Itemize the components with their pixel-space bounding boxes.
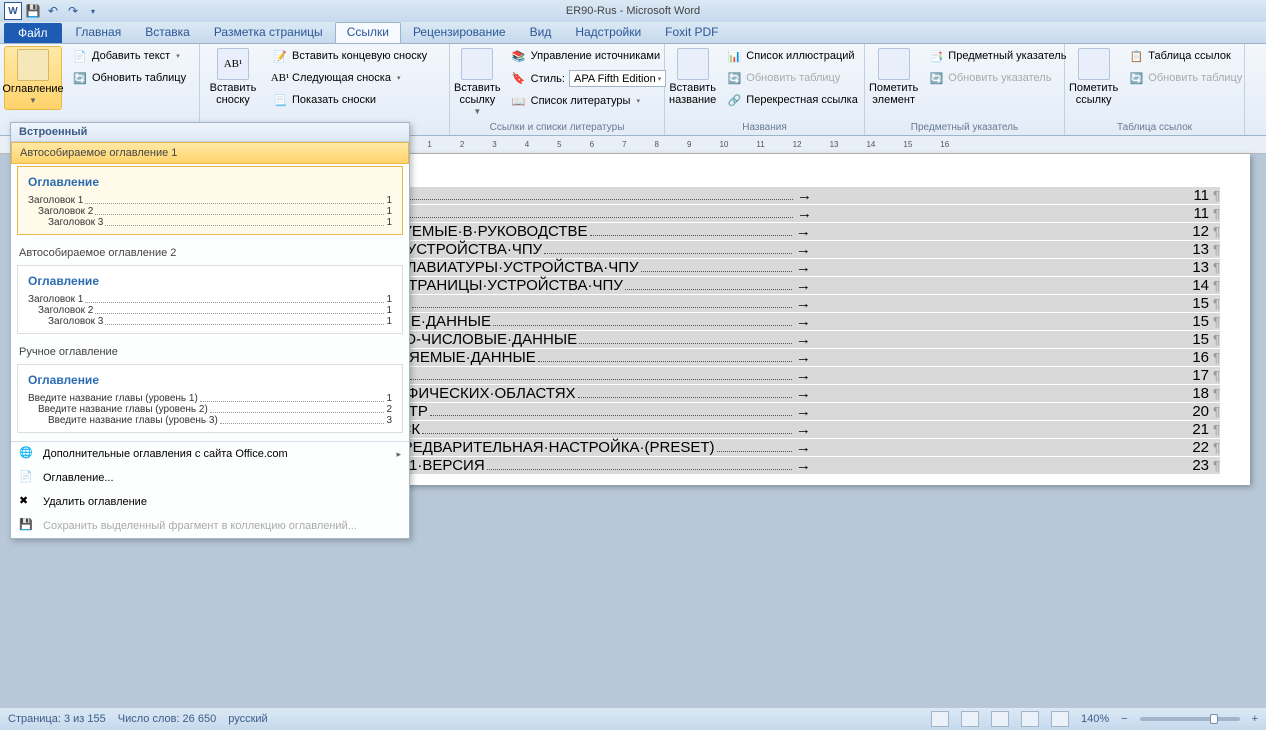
tab-file[interactable]: Файл — [4, 23, 62, 43]
insert-endnote-button[interactable]: 📝Вставить концевую сноску — [268, 46, 431, 66]
toc-entry[interactable]: ·ЧИСЛОВЫЕ·ДАННЫЕ→15¶ — [330, 313, 1220, 330]
toc-entry[interactable]: ИСАНИЕ·СТРАНИЦЫ·УСТРОЙСТВА·ЧПУ→14¶ — [330, 277, 1220, 294]
manage-sources-button[interactable]: 📚Управление источниками — [507, 46, 671, 66]
tab-foxit[interactable]: Foxit PDF — [653, 22, 730, 43]
redo-icon[interactable]: ↷ — [64, 2, 82, 20]
status-language[interactable]: русский — [228, 713, 267, 725]
word-icon: W — [4, 2, 22, 20]
update-figures-button[interactable]: 🔄Обновить таблицу — [722, 68, 862, 88]
insert-footnote-button[interactable]: AB¹Вставить сноску — [204, 46, 262, 108]
toc-gallery: Встроенный Автособираемое оглавление 1 О… — [10, 122, 410, 539]
view-print-layout-icon[interactable] — [931, 711, 949, 727]
toc-entry[interactable]: ФУНКЦИИ→11¶ — [330, 205, 1220, 222]
citation-style-select[interactable]: 🔖Стиль:APA Fifth Edition▾ — [507, 68, 671, 89]
office-icon: 🌐 — [19, 446, 35, 462]
toc-entry[interactable]: ОТА·В·ГРАФИЧЕСКИХ·ОБЛАСТЯХ→18¶ — [330, 385, 1220, 402]
view-full-screen-icon[interactable] — [961, 711, 979, 727]
zoom-out-icon[interactable]: − — [1121, 713, 1127, 725]
mark-entry-button[interactable]: Пометить элемент — [869, 46, 918, 108]
gallery-item-auto1[interactable]: Автособираемое оглавление 1 — [11, 142, 409, 164]
title-bar: W 💾 ↶ ↷ ▾ ER90-Rus - Microsoft Word — [0, 0, 1266, 22]
update-index-button[interactable]: 🔄Обновить указатель — [924, 68, 1070, 88]
status-words[interactable]: Число слов: 26 650 — [118, 713, 216, 725]
toc-entry[interactable]: 2.1·ПРЕДВАРИТЕЛЬНАЯ·НАСТРОЙКА·(PRESET)→2… — [366, 439, 1220, 456]
mark-citation-button[interactable]: Пометить ссылку — [1069, 46, 1118, 108]
save-icon[interactable]: 💾 — [24, 2, 42, 20]
view-outline-icon[interactable] — [1021, 711, 1039, 727]
insert-citation-button[interactable]: Вставить ссылку▼ — [454, 46, 501, 120]
gallery-remove-toc[interactable]: ✖Удалить оглавление — [11, 490, 409, 514]
add-text-button[interactable]: 📄Добавить текст▾ — [68, 46, 190, 66]
toc-button[interactable]: Оглавление ▼ — [4, 46, 62, 110]
remove-icon: ✖ — [19, 494, 35, 510]
tab-review[interactable]: Рецензирование — [401, 22, 518, 43]
gallery-preview-manual[interactable]: Оглавление Введите название главы (урове… — [17, 364, 403, 433]
zoom-slider[interactable] — [1140, 717, 1240, 721]
status-zoom[interactable]: 140% — [1081, 713, 1109, 725]
undo-icon[interactable]: ↶ — [44, 2, 62, 20]
update-toc-button[interactable]: 🔄Обновить таблицу — [68, 68, 190, 88]
gallery-item-manual[interactable]: Ручное оглавление — [11, 342, 409, 362]
tab-addins[interactable]: Надстройки — [563, 22, 653, 43]
gallery-custom-toc[interactable]: 📄Оглавление... — [11, 466, 409, 490]
tab-view[interactable]: Вид — [518, 22, 564, 43]
toc-entry[interactable]: ·БУКВЕННО-ЧИСЛОВЫЕ·ДАННЫЕ→15¶ — [330, 331, 1220, 348]
toc-dialog-icon: 📄 — [19, 470, 35, 486]
toc-entry[interactable]: 2.1.1·ВЕРСИЯ→23¶ — [384, 457, 1220, 474]
status-page[interactable]: Страница: 3 из 155 — [8, 713, 106, 725]
ribbon-tabs: Файл Главная Вставка Разметка страницы С… — [0, 22, 1266, 44]
gallery-item-auto2[interactable]: Автособираемое оглавление 2 — [11, 243, 409, 263]
tab-layout[interactable]: Разметка страницы — [202, 22, 335, 43]
toc-entry[interactable]: →11¶ — [330, 187, 1220, 204]
zoom-in-icon[interactable]: + — [1252, 713, 1258, 725]
save-selection-icon: 💾 — [19, 518, 35, 534]
bibliography-button[interactable]: 📖Список литературы▾ — [507, 91, 671, 111]
gallery-more-office[interactable]: 🌐Дополнительные оглавления с сайта Offic… — [11, 442, 409, 466]
table-of-figures-button[interactable]: 📊Список иллюстраций — [722, 46, 862, 66]
toc-label: Оглавление — [2, 83, 63, 95]
show-notes-button[interactable]: 📃Показать сноски — [268, 90, 431, 110]
status-bar: Страница: 3 из 155 Число слов: 26 650 ру… — [0, 708, 1266, 730]
tab-insert[interactable]: Вставка — [133, 22, 202, 43]
gallery-preview-auto2[interactable]: Оглавление Заголовок 11 Заголовок 21 Заг… — [17, 265, 403, 334]
insert-caption-button[interactable]: Вставить название — [669, 46, 716, 108]
update-authorities-button[interactable]: 🔄Обновить таблицу — [1124, 68, 1246, 88]
toc-entry[interactable]: ОБЩЕНИЯ→17¶ — [330, 367, 1220, 384]
gallery-preview-auto1[interactable]: Оглавление Заголовок 11 Заголовок 21 Заг… — [17, 166, 403, 235]
toc-entry[interactable]: 2·ЗАПУСК→21¶ — [348, 421, 1220, 438]
tab-home[interactable]: Главная — [64, 22, 134, 43]
view-draft-icon[interactable] — [1051, 711, 1069, 727]
gallery-save-selection: 💾Сохранить выделенный фрагмент в коллекц… — [11, 514, 409, 538]
qat-dropdown-icon[interactable]: ▾ — [84, 2, 102, 20]
toc-entry[interactable]: ЗОВАНИЕ·УСТРОЙСТВА·ЧПУ→13¶ — [330, 241, 1220, 258]
view-web-icon[interactable] — [991, 711, 1009, 727]
toc-entry[interactable]: ·НЕИЗМЕНЯЕМЫЕ·ДАННЫЕ→16¶ — [330, 349, 1220, 366]
insert-index-button[interactable]: 📑Предметный указатель — [924, 46, 1070, 66]
gallery-header-builtin: Встроенный — [11, 123, 409, 142]
toc-entry[interactable]: ИСАНИЕ·КЛАВИАТУРЫ·УСТРОЙСТВА·ЧПУ→13¶ — [330, 259, 1220, 276]
toc-entry[interactable]: ИСПОЛЬЗУЕМЫЕ·В·РУКОВОДСТВЕ→12¶ — [330, 223, 1220, 240]
document-page[interactable]: ь таблицу... →11¶ФУНКЦИИ→11¶ИСПОЛЬЗУЕМЫЕ… — [300, 154, 1250, 485]
toc-entry[interactable]: Д·ДАННЫХ→15¶ — [330, 295, 1220, 312]
toc-entry[interactable]: 1.5.0·ФИЛЬТР→20¶ — [330, 403, 1220, 420]
cross-reference-button[interactable]: 🔗Перекрестная ссылка — [722, 90, 862, 110]
next-footnote-button[interactable]: AB¹Следующая сноска▾ — [268, 68, 431, 88]
authorities-table-button[interactable]: 📋Таблица ссылок — [1124, 46, 1246, 66]
tab-references[interactable]: Ссылки — [335, 22, 401, 43]
window-title: ER90-Rus - Microsoft Word — [566, 5, 700, 17]
